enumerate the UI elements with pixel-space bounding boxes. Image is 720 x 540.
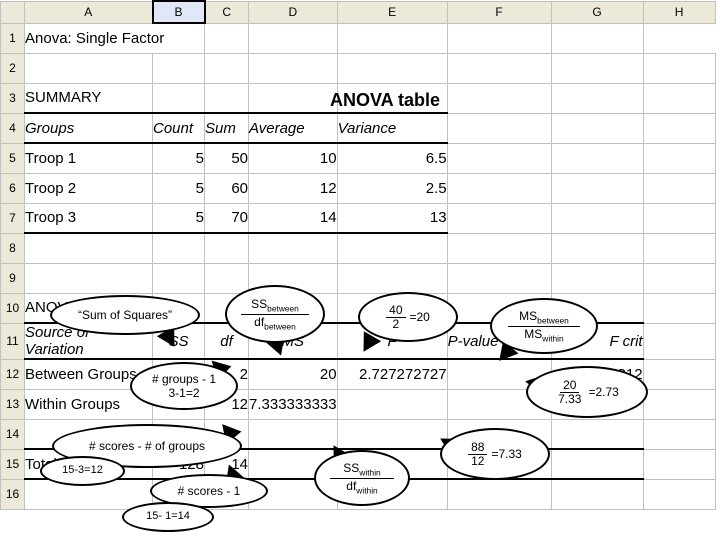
cell-D13[interactable]: 7.333333333 xyxy=(249,389,338,419)
cell-C7[interactable]: 70 xyxy=(205,203,249,233)
row-10[interactable]: 10 xyxy=(1,293,25,323)
row-4[interactable]: 4 xyxy=(1,113,25,143)
bubble-ss-df-between: SSbetween dfbetween xyxy=(225,285,325,343)
col-D[interactable]: D xyxy=(249,1,338,23)
col-F[interactable]: F xyxy=(447,1,551,23)
cell-E12[interactable]: 2.727272727 xyxy=(337,359,447,389)
cell-D7[interactable]: 14 xyxy=(249,203,338,233)
cell-A6[interactable]: Troop 2 xyxy=(25,173,153,203)
cell-A4[interactable]: Groups xyxy=(25,113,153,143)
col-E[interactable]: E xyxy=(337,1,447,23)
row-16[interactable]: 16 xyxy=(1,479,25,509)
row-7[interactable]: 7 xyxy=(1,203,25,233)
row-14[interactable]: 14 xyxy=(1,419,25,449)
row-12[interactable]: 12 xyxy=(1,359,25,389)
row-13[interactable]: 13 xyxy=(1,389,25,419)
cell-E6[interactable]: 2.5 xyxy=(337,173,447,203)
row-3[interactable]: 3 xyxy=(1,83,25,113)
row-1[interactable]: 1 xyxy=(1,23,25,53)
bubble-88-over-12: 8812 =7.33 xyxy=(440,428,550,480)
cell-A3[interactable]: SUMMARY xyxy=(25,83,153,113)
cell-D6[interactable]: 12 xyxy=(249,173,338,203)
col-H[interactable]: H xyxy=(643,1,715,23)
cell-D5[interactable]: 10 xyxy=(249,143,338,173)
row-2[interactable]: 2 xyxy=(1,53,25,83)
col-A[interactable]: A xyxy=(25,1,153,23)
row-8[interactable]: 8 xyxy=(1,233,25,263)
cell-B4[interactable]: Count xyxy=(153,113,205,143)
cell-C6[interactable]: 60 xyxy=(205,173,249,203)
bubble-groups-minus-1: # groups - 1 3-1=2 xyxy=(130,362,238,410)
col-G[interactable]: G xyxy=(551,1,643,23)
cell-E4[interactable]: Variance xyxy=(337,113,447,143)
row-15[interactable]: 15 xyxy=(1,449,25,479)
cell-B6[interactable]: 5 xyxy=(153,173,205,203)
row-6[interactable]: 6 xyxy=(1,173,25,203)
bubble-20-over-733: 207.33 =2.73 xyxy=(526,366,648,418)
anova-table-label: ANOVA table xyxy=(330,90,440,111)
cell-E7[interactable]: 13 xyxy=(337,203,447,233)
cell-C5[interactable]: 50 xyxy=(205,143,249,173)
cell-D12[interactable]: 20 xyxy=(249,359,338,389)
bubble-ss-df-within: SSwithin dfwithin xyxy=(314,450,410,506)
bubble-scores-minus-groups-calc: 15-3=12 xyxy=(40,456,125,486)
bubble-40-over-2: 402 =20 xyxy=(358,292,458,342)
col-C[interactable]: C xyxy=(205,1,249,23)
bubble-ms-ratio: MSbetween MSwithin xyxy=(490,298,598,354)
cell-B5[interactable]: 5 xyxy=(153,143,205,173)
cell-A7[interactable]: Troop 3 xyxy=(25,203,153,233)
cell-A1[interactable]: Anova: Single Factor xyxy=(25,23,205,53)
row-9[interactable]: 9 xyxy=(1,263,25,293)
cell-E5[interactable]: 6.5 xyxy=(337,143,447,173)
cell-B7[interactable]: 5 xyxy=(153,203,205,233)
bubble-scores-minus-1-calc: 15- 1=14 xyxy=(122,502,214,532)
row-5[interactable]: 5 xyxy=(1,143,25,173)
col-B[interactable]: B xyxy=(153,1,205,23)
cell-A5[interactable]: Troop 1 xyxy=(25,143,153,173)
row-11[interactable]: 11 xyxy=(1,323,25,359)
corner-cell xyxy=(1,1,25,23)
cell-C4[interactable]: Sum xyxy=(205,113,249,143)
cell-D4[interactable]: Average xyxy=(249,113,338,143)
bubble-sum-of-squares: “Sum of Squares” xyxy=(50,295,200,335)
